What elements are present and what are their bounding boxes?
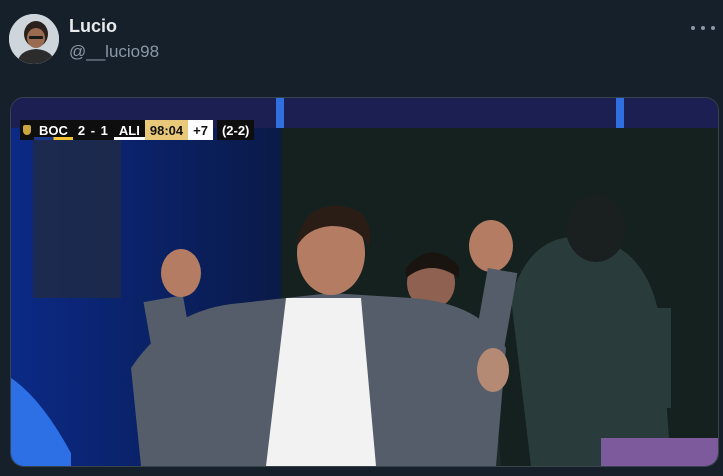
match-clock: 98:04 [144, 120, 189, 140]
added-time: +7 [188, 120, 213, 140]
home-team: BOC [34, 120, 73, 140]
display-name[interactable]: Lucio [69, 16, 117, 37]
avatar-photo [9, 14, 59, 64]
score: 2 - 1 [72, 120, 114, 140]
user-handle[interactable]: @__lucio98 [69, 42, 159, 62]
more-horizontal-icon[interactable] [691, 20, 715, 36]
aggregate-score: (2-2) [216, 120, 255, 140]
away-team: ALI [113, 120, 145, 140]
avatar[interactable] [9, 14, 59, 64]
scorebug: BOC 2 - 1 ALI 98:04 +7 (2-2) [20, 120, 255, 140]
video-frame [11, 98, 718, 466]
tweet-header: Lucio @__lucio98 [0, 0, 723, 90]
tweet-media-video[interactable]: BOC 2 - 1 ALI 98:04 +7 (2-2) [10, 97, 719, 467]
trophy-icon [20, 120, 34, 140]
